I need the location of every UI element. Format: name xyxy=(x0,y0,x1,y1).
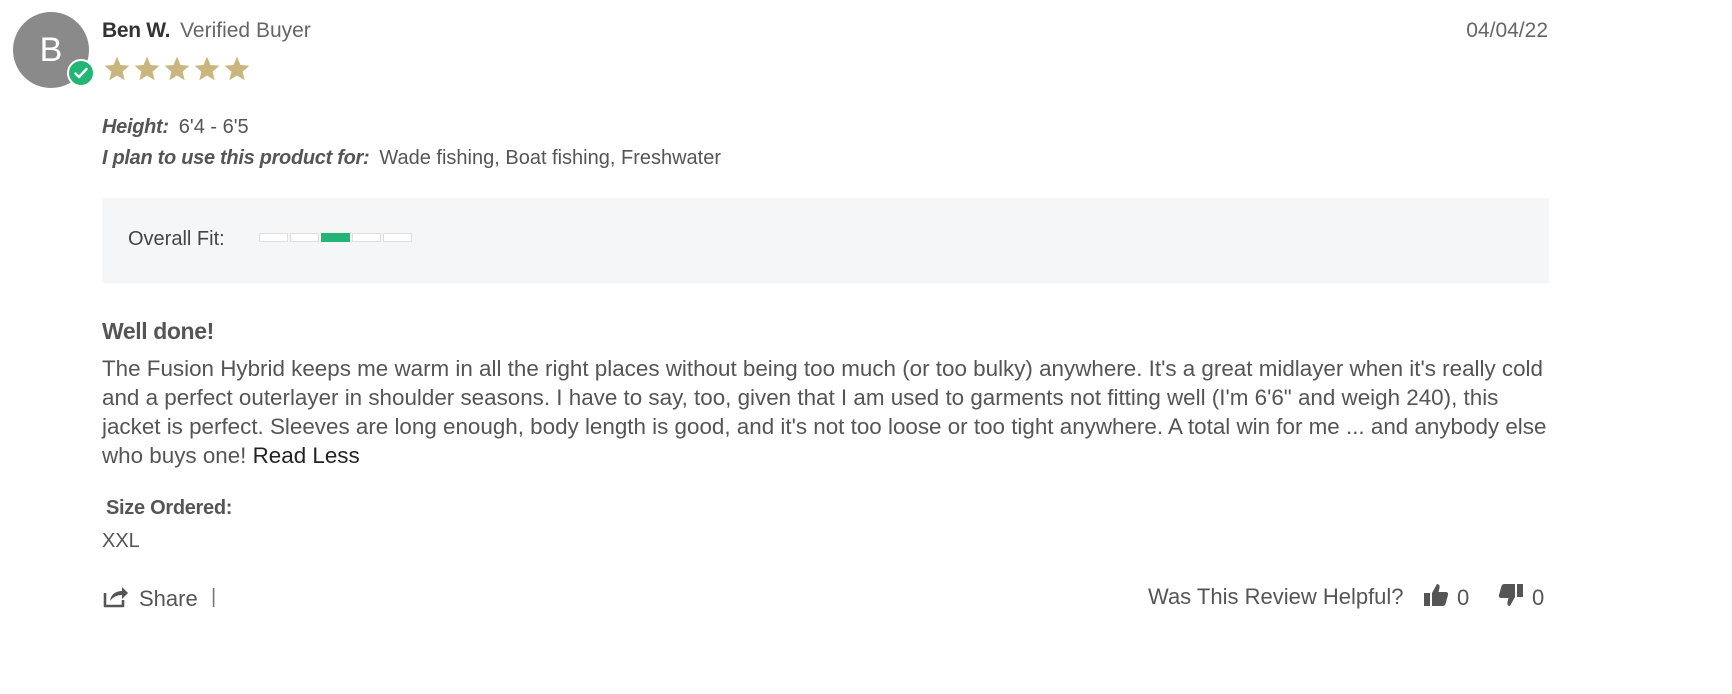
attribute-intended-use: I plan to use this product for: Wade fish… xyxy=(102,145,721,171)
downvote-button[interactable]: 0 xyxy=(1498,582,1544,613)
author-line: Ben W. Verified Buyer xyxy=(102,18,311,44)
thumbs-down-icon xyxy=(1498,582,1524,613)
overall-fit-label: Overall Fit: xyxy=(128,228,225,250)
review-date: 04/04/22 xyxy=(1466,19,1548,42)
fit-segment-selected xyxy=(321,233,350,242)
review-body: The Fusion Hybrid keeps me warm in all t… xyxy=(102,354,1552,470)
helpful-question: Was This Review Helpful? xyxy=(1148,584,1404,609)
verified-buyer-label: Verified Buyer xyxy=(180,19,311,42)
thumbs-up-icon xyxy=(1423,582,1449,613)
avatar-initial: B xyxy=(39,31,63,69)
star-icon xyxy=(223,55,251,83)
star-rating xyxy=(103,55,251,83)
star-icon xyxy=(163,55,191,83)
share-button[interactable]: Share xyxy=(103,584,198,613)
overall-fit-panel: Overall Fit: xyxy=(102,198,1549,283)
attribute-value: Wade fishing, Boat fishing, Freshwater xyxy=(379,147,722,169)
attribute-value: 6'4 - 6'5 xyxy=(178,116,249,138)
share-label: Share xyxy=(139,585,198,611)
upvote-count: 0 xyxy=(1457,584,1470,610)
size-ordered-value: XXL xyxy=(102,530,140,552)
star-icon xyxy=(133,55,161,83)
attribute-label: Height: xyxy=(102,116,169,138)
star-icon xyxy=(103,55,131,83)
attribute-height: Height: 6'4 - 6'5 xyxy=(102,114,249,140)
fit-segment xyxy=(352,233,381,242)
footer-divider: | xyxy=(211,586,217,608)
attribute-label: I plan to use this product for: xyxy=(102,147,370,169)
read-less-link[interactable]: Read Less xyxy=(253,443,360,468)
downvote-count: 0 xyxy=(1532,584,1545,610)
star-icon xyxy=(193,55,221,83)
overall-fit-scale xyxy=(259,233,412,242)
fit-segment xyxy=(290,233,319,242)
fit-segment xyxy=(259,233,288,242)
author-name: Ben W. xyxy=(102,19,171,42)
verified-check-icon xyxy=(67,59,95,87)
size-ordered-label: Size Ordered: xyxy=(106,497,233,519)
share-icon xyxy=(103,584,129,613)
upvote-button[interactable]: 0 xyxy=(1423,582,1469,613)
fit-segment xyxy=(383,233,412,242)
review-title: Well done! xyxy=(102,318,214,344)
